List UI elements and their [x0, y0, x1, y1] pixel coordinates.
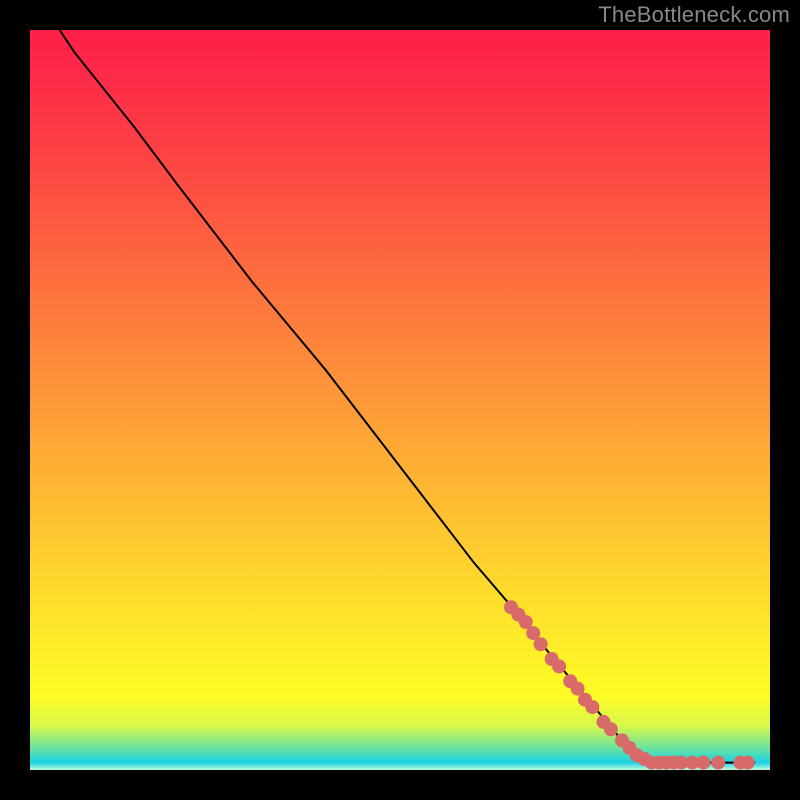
plot-area	[30, 30, 770, 770]
marker-group	[504, 600, 755, 769]
data-marker	[711, 756, 725, 770]
data-marker	[741, 756, 755, 770]
curve-line	[60, 30, 756, 763]
data-marker	[696, 756, 710, 770]
chart-overlay	[30, 30, 770, 770]
data-marker	[604, 722, 618, 736]
attribution-text: TheBottleneck.com	[598, 2, 790, 28]
data-marker	[534, 637, 548, 651]
chart-frame: TheBottleneck.com	[0, 0, 800, 800]
data-marker	[552, 659, 566, 673]
data-marker	[585, 700, 599, 714]
